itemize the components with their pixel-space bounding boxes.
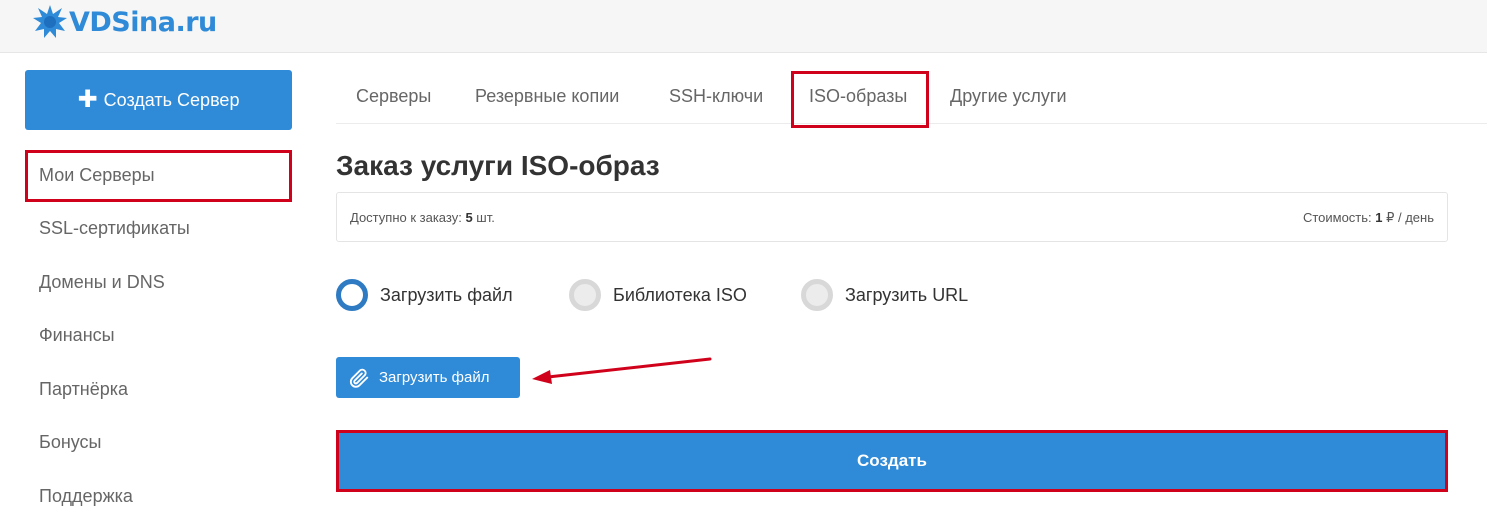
logo-text: VDSina.ru — [69, 6, 217, 38]
tab-other-services[interactable]: Другие услуги — [950, 86, 1067, 107]
tab-label: SSH-ключи — [669, 86, 764, 106]
sidebar-item-finance[interactable]: Финансы — [39, 325, 115, 346]
sidebar-item-ssl[interactable]: SSL-сертификаты — [39, 218, 190, 239]
radio-selected-icon — [336, 279, 368, 311]
sidebar-item-label: Поддержка — [39, 486, 133, 506]
radio-iso-library[interactable]: Библиотека ISO — [569, 279, 747, 311]
create-server-label: Создать Сервер — [103, 89, 240, 110]
radio-label: Библиотека ISO — [613, 284, 747, 305]
radio-label: Загрузить файл — [380, 284, 513, 305]
order-info-box: Доступно к заказу: 5 шт. Стоимость: 1 ₽ … — [336, 192, 1448, 242]
radio-upload-file[interactable]: Загрузить файл — [336, 279, 513, 311]
create-highlight-box — [336, 430, 1448, 492]
radio-unselected-icon — [801, 279, 833, 311]
upload-file-button[interactable]: Загрузить файл — [336, 357, 520, 398]
tab-label: Резервные копии — [475, 86, 620, 106]
upload-file-label: Загрузить файл — [379, 369, 490, 386]
tab-ssh-keys[interactable]: SSH-ключи — [669, 86, 763, 107]
page-title: Заказ услуги ISO-образ — [336, 150, 660, 181]
sidebar-item-partner[interactable]: Партнёрка — [39, 379, 128, 400]
plus-icon: ✚ — [77, 86, 98, 113]
cost-value: 1 — [1375, 210, 1383, 225]
tab-servers[interactable]: Серверы — [356, 86, 431, 107]
logo[interactable]: VDSina.ru — [32, 4, 217, 40]
logo-star-icon — [33, 5, 67, 38]
available-label: Доступно к заказу: — [350, 210, 466, 225]
sidebar-item-label: Партнёрка — [39, 379, 129, 399]
tab-backups[interactable]: Резервные копии — [475, 86, 619, 107]
sidebar-item-domains-dns[interactable]: Домены и DNS — [39, 272, 165, 293]
sidebar-item-my-servers[interactable]: Мои Серверы — [39, 165, 155, 186]
tab-highlight-box — [791, 71, 929, 128]
tab-label: Другие услуги — [950, 86, 1067, 106]
sidebar-item-support[interactable]: Поддержка — [39, 486, 133, 507]
sidebar-item-label: Финансы — [39, 325, 115, 345]
sidebar-item-bonuses[interactable]: Бонусы — [39, 432, 102, 453]
top-bar: VDSina.ru — [0, 0, 1487, 53]
available-count: Доступно к заказу: 5 шт. — [350, 210, 495, 225]
cost-unit: ₽ / день — [1382, 210, 1434, 225]
radio-upload-url[interactable]: Загрузить URL — [801, 279, 968, 311]
sidebar-item-label: Мои Серверы — [39, 165, 155, 185]
cost-label: Стоимость: — [1302, 210, 1376, 225]
annotation-arrow-icon — [532, 357, 712, 384]
sidebar-item-label: Домены и DNS — [39, 272, 165, 292]
tab-label: Серверы — [356, 86, 432, 106]
create-server-button[interactable]: ✚ Создать Сервер — [25, 70, 292, 130]
paperclip-icon — [349, 368, 369, 388]
available-unit: шт. — [472, 210, 495, 225]
radio-label: Загрузить URL — [845, 284, 969, 305]
sidebar-item-label: Бонусы — [39, 432, 102, 452]
cost-info: Стоимость: 1 ₽ / день — [1303, 210, 1434, 226]
available-value: 5 — [465, 210, 473, 225]
sidebar-item-label: SSL-сертификаты — [39, 218, 190, 238]
radio-unselected-icon — [569, 279, 601, 311]
